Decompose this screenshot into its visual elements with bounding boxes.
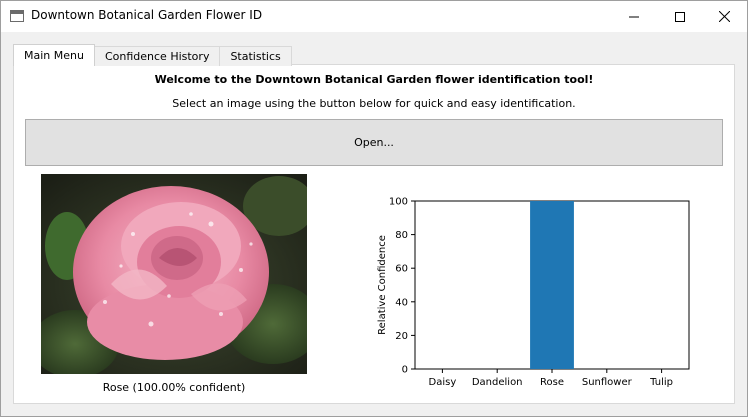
bars xyxy=(530,201,574,369)
confidence-bar-chart: 0 20 40 60 80 100 Daisy Dandelion Rose Sunflower… xyxy=(377,197,690,388)
y-tick-label: 60 xyxy=(395,264,408,275)
y-axis-label: Relative Confidence xyxy=(377,235,388,335)
y-tick-label: 80 xyxy=(395,230,408,241)
close-button[interactable] xyxy=(701,1,747,32)
y-tick-label: 40 xyxy=(395,297,408,308)
maximize-icon xyxy=(675,11,685,22)
y-tick-label: 0 xyxy=(402,365,408,376)
maximize-button[interactable] xyxy=(657,1,703,32)
minimize-icon xyxy=(629,16,639,17)
title-bar[interactable]: Downtown Botanical Garden Flower ID xyxy=(1,1,747,32)
x-axis: Daisy Dandelion Rose Sunflower Tulip xyxy=(429,369,673,388)
rose-photo xyxy=(41,174,307,374)
x-tick-label: Sunflower xyxy=(582,377,633,388)
x-tick-label: Rose xyxy=(540,377,564,388)
x-tick-label: Dandelion xyxy=(472,377,523,388)
x-tick-label: Daisy xyxy=(429,377,457,388)
y-axis: 0 20 40 60 80 100 xyxy=(389,197,415,376)
tab-confidence-history[interactable]: Confidence History xyxy=(93,46,221,66)
identification-caption: Rose (100.00% confident) xyxy=(102,381,246,394)
bar-rose xyxy=(530,201,574,369)
instructions-text: Select an image using the button below f… xyxy=(172,97,576,110)
welcome-heading: Welcome to the Downtown Botanical Garden… xyxy=(154,73,594,86)
window-app-icon xyxy=(10,10,24,22)
y-tick-label: 20 xyxy=(395,331,408,342)
minimize-button[interactable] xyxy=(611,1,657,32)
tab-statistics[interactable]: Statistics xyxy=(219,46,292,66)
app-window: Downtown Botanical Garden Flower ID Main… xyxy=(0,0,748,417)
x-tick-label: Tulip xyxy=(649,377,673,388)
window-title: Downtown Botanical Garden Flower ID xyxy=(31,8,263,22)
open-button[interactable]: Open... xyxy=(25,119,723,166)
tab-main-menu[interactable]: Main Menu xyxy=(13,44,95,66)
tab-bar: Main Menu Confidence History Statistics xyxy=(13,44,292,66)
flower-image xyxy=(41,174,307,374)
close-icon xyxy=(718,11,730,22)
y-tick-label: 100 xyxy=(389,197,408,208)
